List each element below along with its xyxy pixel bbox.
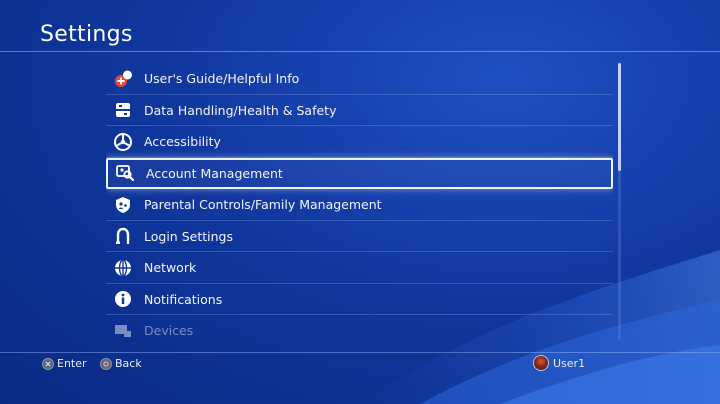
enter-hint: Enter (42, 357, 87, 370)
settings-menu: User's Guide/Helpful Info Data Handling/… (106, 63, 613, 340)
avatar (533, 355, 549, 371)
devices-icon (112, 320, 134, 340)
menu-item-data-handling[interactable]: Data Handling/Health & Safety (106, 95, 613, 127)
menu-item-label: Account Management (146, 165, 283, 181)
menu-item-label: User's Guide/Helpful Info (144, 71, 300, 87)
notifications-icon (112, 288, 134, 310)
menu-item-users-guide[interactable]: User's Guide/Helpful Info (106, 63, 613, 95)
menu-item-account-management[interactable]: Account Management (106, 157, 613, 189)
network-icon (112, 257, 134, 279)
menu-item-label: Notifications (144, 291, 223, 307)
menu-item-label: Data Handling/Health & Safety (144, 102, 337, 118)
menu-item-label: Parental Controls/Family Management (144, 197, 382, 213)
user-name: User1 (553, 356, 586, 370)
cross-button-icon (42, 357, 54, 370)
footer-divider (0, 352, 720, 353)
user-profile[interactable]: User1 (533, 355, 585, 371)
menu-item-parental-controls[interactable]: Parental Controls/Family Management (106, 189, 613, 221)
menu-item-network[interactable]: Network (106, 252, 613, 284)
menu-item-label: Login Settings (144, 228, 233, 244)
guide-icon (112, 68, 134, 90)
menu-item-label: Accessibility (144, 134, 221, 150)
circle-button-icon (100, 357, 112, 370)
menu-item-login-settings[interactable]: Login Settings (106, 221, 613, 253)
menu-item-label: Devices (144, 323, 194, 339)
menu-item-accessibility[interactable]: Accessibility (106, 126, 613, 158)
menu-item-devices[interactable]: Devices (106, 315, 613, 340)
title-divider (0, 51, 720, 52)
menu-item-label: Network (144, 260, 197, 276)
menu-item-notifications[interactable]: Notifications (106, 284, 613, 316)
login-icon (112, 225, 134, 247)
scrollbar-thumb[interactable] (618, 63, 621, 171)
page-title: Settings (40, 22, 133, 47)
accessibility-icon (112, 131, 134, 153)
enter-label: Enter (57, 357, 87, 370)
back-label: Back (115, 357, 142, 370)
menu-scrollbar[interactable] (618, 63, 621, 340)
account-management-icon (114, 162, 136, 184)
parental-controls-icon (112, 194, 134, 216)
back-hint: Back (100, 357, 142, 370)
data-health-icon (112, 99, 134, 121)
